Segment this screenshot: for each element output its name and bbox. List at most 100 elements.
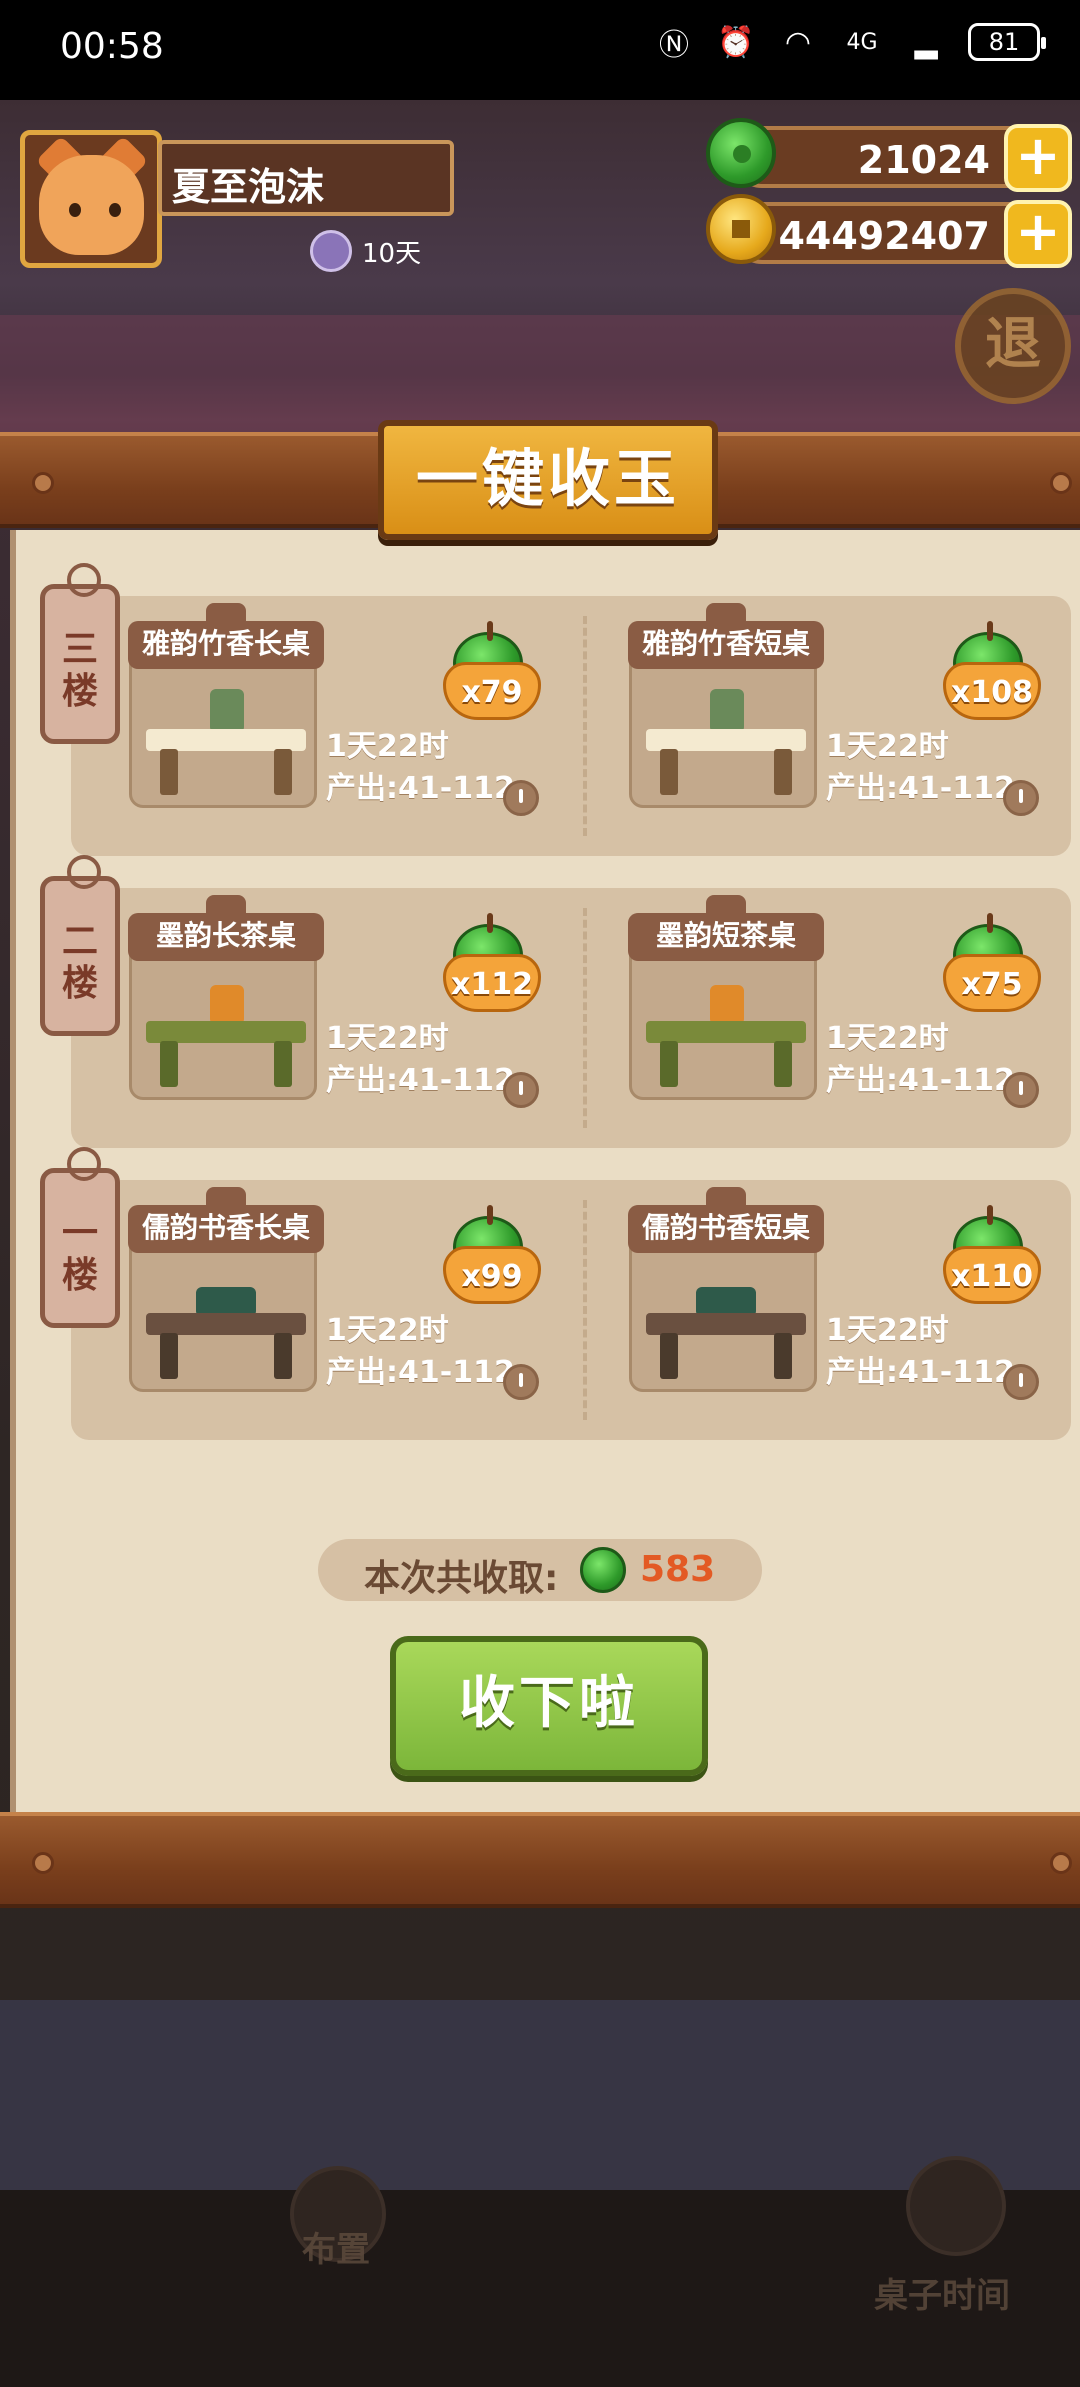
remaining-time: 1天22时 — [326, 1021, 449, 1056]
floor-divider — [583, 1200, 587, 1420]
jade-balance: 21024 + — [706, 118, 1072, 192]
alarm-icon: ⏰ — [717, 24, 755, 60]
jade-reward-badge: x99 — [443, 1205, 541, 1316]
tabletop — [646, 729, 806, 751]
table-info: 1天22时 产出:41-112 — [326, 726, 515, 810]
reward-count: x108 — [943, 662, 1041, 720]
info-icon[interactable] — [1003, 1364, 1039, 1400]
output-range: 产出:41-112 — [826, 771, 1015, 806]
floor-label: 一楼 — [40, 1147, 120, 1328]
coin-icon — [706, 194, 776, 264]
floor-row: 雅韵竹香长桌 x79 1天22时 产出:41-112 雅韵竹香短桌 x108 1… — [71, 596, 1071, 856]
remaining-time: 1天22时 — [826, 1021, 949, 1056]
total-label: 本次共收取: — [364, 1558, 559, 1599]
jade-reward-badge: x112 — [443, 913, 541, 1024]
battery-icon: 81 — [968, 23, 1046, 61]
floor-label: 三楼 — [40, 563, 120, 744]
reward-count: x112 — [443, 954, 541, 1012]
scroll-bottom-rod — [0, 1812, 1080, 1908]
bamboo-decor — [710, 689, 744, 733]
jade-icon — [706, 118, 776, 188]
rod-nail — [1050, 1852, 1072, 1874]
info-icon[interactable] — [503, 1072, 539, 1108]
table-card[interactable]: 墨韵长茶桌 — [128, 895, 324, 1100]
layout-button[interactable]: 布置 — [302, 2222, 370, 2271]
player-avatar[interactable] — [20, 130, 162, 268]
info-icon[interactable] — [503, 780, 539, 816]
remaining-time: 1天22时 — [826, 729, 949, 764]
table-card[interactable]: 儒韵书香长桌 — [128, 1187, 324, 1392]
collect-panel: 雅韵竹香长桌 x79 1天22时 产出:41-112 雅韵竹香短桌 x108 1… — [10, 530, 1080, 1820]
jade-reward-badge: x79 — [443, 621, 541, 732]
total-collected: 本次共收取: 583 — [318, 1539, 762, 1601]
table-leg — [774, 1041, 792, 1087]
table-leg — [160, 1333, 178, 1379]
output-range: 产出:41-112 — [326, 1355, 515, 1390]
jade-reward-badge: x110 — [943, 1205, 1041, 1316]
tabletop — [146, 1313, 306, 1335]
book-table-illustration — [646, 1273, 806, 1383]
jade-icon — [580, 1547, 626, 1593]
output-range: 产出:41-112 — [826, 1063, 1015, 1098]
days-indicator: 10天 — [310, 230, 421, 272]
book-table-illustration — [146, 1273, 306, 1383]
table-card[interactable]: 墨韵短茶桌 — [628, 895, 824, 1100]
days-badge-icon — [310, 230, 352, 272]
rod-nail — [32, 1852, 54, 1874]
table-leg — [160, 749, 178, 795]
avatar-face — [39, 155, 144, 255]
bottom-scene — [0, 2000, 1080, 2190]
table-info: 1天22时 产出:41-112 — [826, 726, 1015, 810]
table-name: 墨韵长茶桌 — [128, 895, 324, 961]
table-card[interactable]: 雅韵竹香长桌 — [128, 603, 324, 808]
exit-button[interactable]: 退 — [955, 288, 1071, 404]
floor-row: 墨韵长茶桌 x112 1天22时 产出:41-112 墨韵短茶桌 x75 1天2… — [71, 888, 1071, 1148]
floor-divider — [583, 616, 587, 836]
bamboo-decor — [210, 689, 244, 733]
rod-nail — [32, 472, 54, 494]
avatar-eye — [109, 203, 121, 217]
jade-reward-badge: x108 — [943, 621, 1041, 732]
collect-button[interactable]: 收下啦 — [390, 1636, 708, 1776]
output-range: 产出:41-112 — [826, 1355, 1015, 1390]
remaining-time: 1天22时 — [326, 729, 449, 764]
table-leg — [660, 1333, 678, 1379]
player-name: 夏至泡沫 — [158, 140, 454, 216]
info-icon[interactable] — [1003, 1072, 1039, 1108]
floor-divider — [583, 908, 587, 1128]
table-time-button[interactable]: 桌子时间 — [874, 2268, 1010, 2317]
table-name: 雅韵竹香长桌 — [128, 603, 324, 669]
add-jade-button[interactable]: + — [1004, 124, 1072, 192]
table-card[interactable]: 儒韵书香短桌 — [628, 1187, 824, 1392]
jade-reward-badge: x75 — [943, 913, 1041, 1024]
signal-icon: ▂ — [914, 24, 938, 60]
tea-table-illustration — [146, 981, 306, 1091]
floor-label: 二楼 — [40, 855, 120, 1036]
info-icon[interactable] — [1003, 780, 1039, 816]
table-name: 儒韵书香长桌 — [128, 1187, 324, 1253]
remaining-time: 1天22时 — [326, 1313, 449, 1348]
reward-count: x99 — [443, 1246, 541, 1304]
bamboo-table-illustration — [146, 689, 306, 799]
table-name: 儒韵书香短桌 — [628, 1187, 824, 1253]
rod-nail — [1050, 472, 1072, 494]
reward-count: x79 — [443, 662, 541, 720]
table-leg — [274, 1333, 292, 1379]
table-leg — [660, 749, 678, 795]
table-leg — [160, 1041, 178, 1087]
status-icons: Ⓝ ⏰ ◠ 4G ▂ 81 — [654, 22, 1046, 63]
info-icon[interactable] — [503, 1364, 539, 1400]
add-coin-button[interactable]: + — [1004, 200, 1072, 268]
output-range: 产出:41-112 — [326, 1063, 515, 1098]
nfc-icon: Ⓝ — [659, 28, 689, 63]
remaining-time: 1天22时 — [826, 1313, 949, 1348]
bamboo-table-illustration — [646, 689, 806, 799]
table-card[interactable]: 雅韵竹香短桌 — [628, 603, 824, 808]
floor-row: 儒韵书香长桌 x99 1天22时 产出:41-112 儒韵书香短桌 x110 1… — [71, 1180, 1071, 1440]
reward-count: x110 — [943, 1246, 1041, 1304]
tea-table-illustration — [646, 981, 806, 1091]
teapot-decor — [710, 985, 744, 1025]
avatar-eye — [69, 203, 81, 217]
table-leg — [774, 1333, 792, 1379]
coin-amount: 44492407 — [778, 214, 990, 258]
